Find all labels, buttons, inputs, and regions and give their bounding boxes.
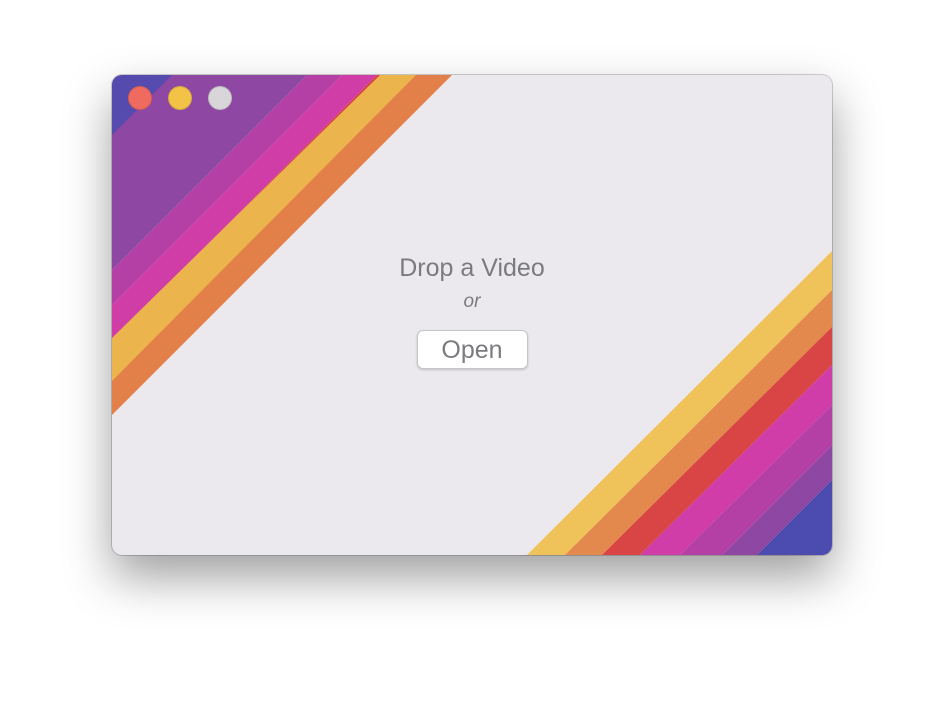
or-separator: or bbox=[463, 291, 481, 312]
drop-zone[interactable]: Drop a Video or Open bbox=[112, 251, 832, 369]
close-button[interactable] bbox=[128, 86, 152, 110]
window-controls bbox=[128, 86, 232, 110]
minimize-button[interactable] bbox=[168, 86, 192, 110]
drop-prompt: Drop a Video bbox=[399, 254, 545, 282]
zoom-button[interactable] bbox=[208, 86, 232, 110]
app-window: Drop a Video or Open bbox=[112, 75, 832, 555]
open-button[interactable]: Open bbox=[416, 330, 528, 369]
